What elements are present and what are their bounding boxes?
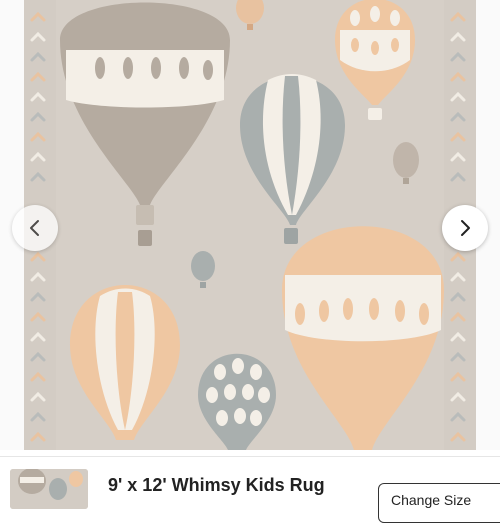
next-image-button[interactable] <box>442 205 488 251</box>
product-image-gallery <box>0 0 500 450</box>
product-title: 9' x 12' Whimsy Kids Rug <box>108 475 325 495</box>
chevron-right-icon <box>461 220 470 236</box>
thumbnail-rug-image <box>10 469 88 509</box>
previous-image-button[interactable] <box>12 205 58 251</box>
change-size-button[interactable]: Change Size <box>378 483 500 523</box>
rug-image <box>0 0 500 450</box>
product-thumbnail[interactable] <box>10 469 88 509</box>
chevron-left-icon <box>30 220 39 236</box>
sticky-product-bar: 9' x 12' Whimsy Kids Rug Change Size <box>0 456 500 523</box>
